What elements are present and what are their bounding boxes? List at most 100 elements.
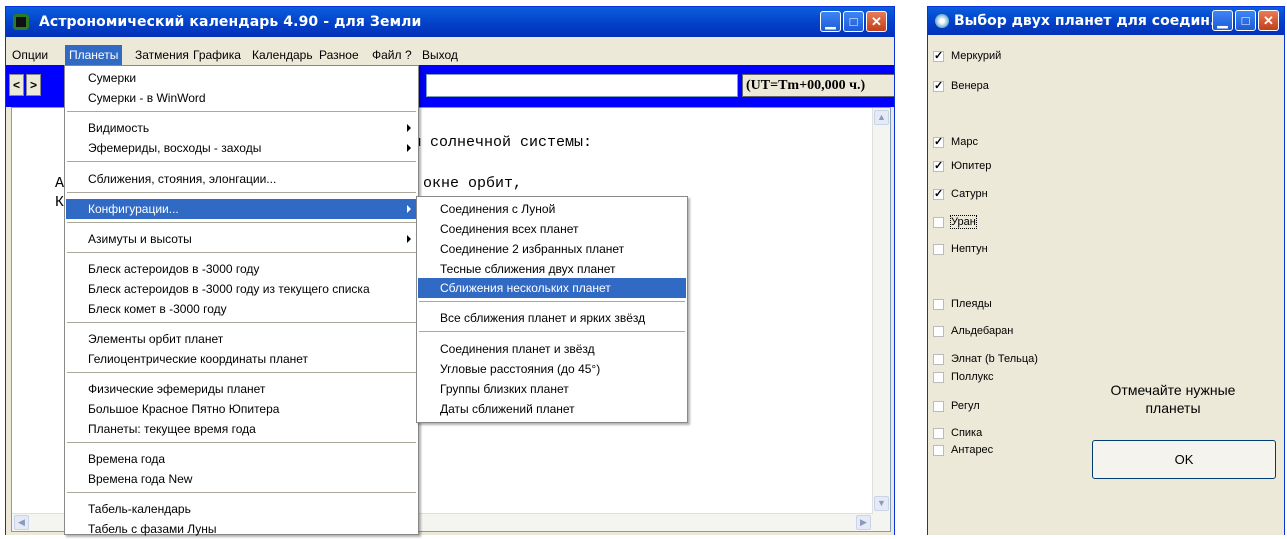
hint-text: Отмечайте нужные планеты	[1073, 381, 1273, 417]
menu-separator	[67, 111, 416, 112]
submenu-item-two-planets-conjunction[interactable]: Соединение 2 избранных планет	[418, 239, 686, 259]
vertical-scrollbar[interactable]: ▲ ▼	[872, 108, 890, 531]
checkbox-box[interactable]	[933, 326, 944, 337]
maximize-button[interactable]: □	[843, 11, 864, 32]
checkbox-label: Меркурий	[951, 50, 1002, 62]
submenu-item-all-conjunctions[interactable]: Соединения всех планет	[418, 219, 686, 239]
checkbox-label: Альдебаран	[951, 325, 1014, 337]
submenu-item-close-approaches[interactable]: Тесные сближения двух планет	[418, 259, 686, 279]
menu-file[interactable]: Файл	[368, 45, 406, 65]
next-button[interactable]: >	[26, 74, 41, 96]
menu-planets[interactable]: Планеты	[65, 45, 123, 65]
hint-line: Отмечайте нужные	[1110, 382, 1236, 398]
menu-item-comet-brightness[interactable]: Блеск комет в -3000 году	[66, 299, 417, 319]
menu-item-great-red-spot[interactable]: Большое Красное Пятно Юпитера	[66, 399, 417, 419]
menu-item-table-moon-phases[interactable]: Табель с фазами Луны	[66, 519, 417, 539]
menu-item-azimuths[interactable]: Азимуты и высоты	[66, 229, 417, 249]
menu-item-table-calendar[interactable]: Табель-календарь	[66, 499, 417, 519]
close-button[interactable]: ✕	[866, 11, 887, 32]
checkbox-box[interactable]: ✓	[933, 189, 944, 200]
configurations-submenu: Соединения с Луной Соединения всех плане…	[416, 196, 688, 423]
menu-item-orbit-elements[interactable]: Элементы орбит планет	[66, 329, 417, 349]
checkbox-label: Регул	[951, 400, 980, 412]
checkbox-label: Поллукс	[951, 371, 994, 383]
minimize-button[interactable]: ▁	[820, 11, 841, 32]
dialog-title-bar[interactable]: Выбор двух планет для соедин... ▁ □ ✕	[928, 7, 1284, 35]
checkbox-box[interactable]: ✓	[933, 161, 944, 172]
menu-item-asteroid-brightness-list[interactable]: Блеск астероидов в -3000 году из текущег…	[66, 279, 417, 299]
scroll-right-icon[interactable]: ▶	[856, 515, 871, 530]
dialog-close-button[interactable]: ✕	[1258, 10, 1279, 31]
checkbox-box[interactable]: ✓	[933, 51, 944, 62]
date-field[interactable]	[426, 74, 738, 97]
menu-item-label: Азимуты и высоты	[88, 232, 192, 246]
menu-help[interactable]: ?	[401, 45, 416, 65]
checkbox-label: Плеяды	[951, 298, 992, 310]
menu-item-seasons-new[interactable]: Времена года New	[66, 469, 417, 489]
menu-item-visibility[interactable]: Видимость	[66, 118, 417, 138]
scroll-down-icon[interactable]: ▼	[874, 496, 889, 511]
submenu-arrow-icon	[407, 124, 411, 132]
menu-item-configurations[interactable]: Конфигурации...	[66, 199, 417, 219]
menu-graphics[interactable]: Графика	[189, 45, 245, 65]
checkbox-box[interactable]	[933, 428, 944, 439]
menu-item-physical-ephemerides[interactable]: Физические эфемериды планет	[66, 379, 417, 399]
menu-separator	[419, 301, 685, 302]
menu-item-label: Эфемериды, восходы - заходы	[88, 141, 262, 155]
dialog-app-icon	[935, 14, 949, 28]
planet-selection-dialog: Выбор двух планет для соедин... ▁ □ ✕ ✓ М…	[927, 6, 1285, 535]
main-title-bar[interactable]: Астрономический календарь 4.90 - для Зем…	[6, 7, 894, 37]
ok-button[interactable]: OK	[1092, 440, 1276, 479]
submenu-item-angular-distances[interactable]: Угловые расстояния (до 45°)	[418, 359, 686, 379]
menu-item-approaches[interactable]: Сближения, стояния, элонгации...	[66, 169, 417, 189]
submenu-item-multiple-approaches[interactable]: Сближения нескольких планет	[418, 278, 686, 298]
submenu-item-approach-dates[interactable]: Даты сближений планет	[418, 399, 686, 419]
menu-item-label: Конфигурации...	[88, 202, 179, 216]
prev-button[interactable]: <	[9, 74, 24, 96]
dialog-maximize-button[interactable]: □	[1235, 10, 1256, 31]
menu-separator	[67, 161, 416, 162]
checkbox-box[interactable]	[933, 445, 944, 456]
menu-item-seasons[interactable]: Времена года	[66, 449, 417, 469]
menu-separator	[67, 252, 416, 253]
checkbox-box[interactable]	[933, 244, 944, 255]
menu-item-twilight[interactable]: Сумерки	[66, 68, 417, 88]
checkbox-box[interactable]	[933, 299, 944, 310]
text-line: окне орбит,	[423, 175, 523, 192]
menu-separator	[67, 192, 416, 193]
text-line: А	[55, 175, 65, 192]
menu-item-asteroid-brightness[interactable]: Блеск астероидов в -3000 году	[66, 259, 417, 279]
checkbox-label: Сатурн	[951, 188, 988, 200]
checkbox-label: Марс	[951, 136, 979, 148]
menu-separator	[67, 372, 416, 373]
menu-item-ephemerides[interactable]: Эфемериды, восходы - заходы	[66, 138, 417, 158]
menu-eclipses[interactable]: Затмения	[131, 45, 193, 65]
checkbox-box[interactable]	[933, 354, 944, 365]
menu-separator	[67, 222, 416, 223]
scroll-up-icon[interactable]: ▲	[874, 110, 889, 125]
submenu-item-planet-groups[interactable]: Группы близких планет	[418, 379, 686, 399]
dialog-minimize-button[interactable]: ▁	[1212, 10, 1233, 31]
checkbox-box[interactable]: ✓	[933, 81, 944, 92]
checkbox-box[interactable]	[933, 372, 944, 383]
checkbox-box[interactable]	[933, 401, 944, 412]
menu-item-heliocentric[interactable]: Гелиоцентрические координаты планет	[66, 349, 417, 369]
submenu-item-planets-stars-conjunctions[interactable]: Соединения планет и звёзд	[418, 339, 686, 359]
menu-exit[interactable]: Выход	[418, 45, 462, 65]
menu-calendar[interactable]: Календарь	[248, 45, 317, 65]
menu-item-label: Видимость	[88, 121, 150, 135]
menu-misc[interactable]: Разное	[315, 45, 363, 65]
planets-dropdown-menu: Сумерки Сумерки - в WinWord Видимость Эф…	[64, 65, 419, 536]
app-icon	[13, 14, 29, 30]
checkbox-box[interactable]	[933, 217, 944, 228]
menu-item-twilight-winword[interactable]: Сумерки - в WinWord	[66, 88, 417, 108]
scroll-left-icon[interactable]: ◀	[14, 515, 29, 530]
checkbox-label: Антарес	[951, 444, 994, 456]
text-line: ы солнечной системы:	[412, 134, 593, 151]
submenu-item-planets-stars-approaches[interactable]: Все сближения планет и ярких звёзд	[418, 308, 686, 328]
dialog-title: Выбор двух планет для соедин...	[954, 13, 1226, 29]
checkbox-box[interactable]: ✓	[933, 137, 944, 148]
menu-item-planets-season[interactable]: Планеты: текущее время года	[66, 419, 417, 439]
submenu-item-moon-conjunctions[interactable]: Соединения с Луной	[418, 199, 686, 219]
menu-options[interactable]: Опции	[8, 45, 52, 65]
